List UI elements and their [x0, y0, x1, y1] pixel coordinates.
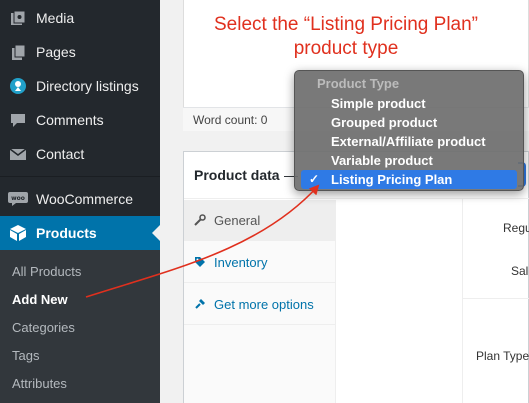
- annotation-arrow: [85, 184, 320, 298]
